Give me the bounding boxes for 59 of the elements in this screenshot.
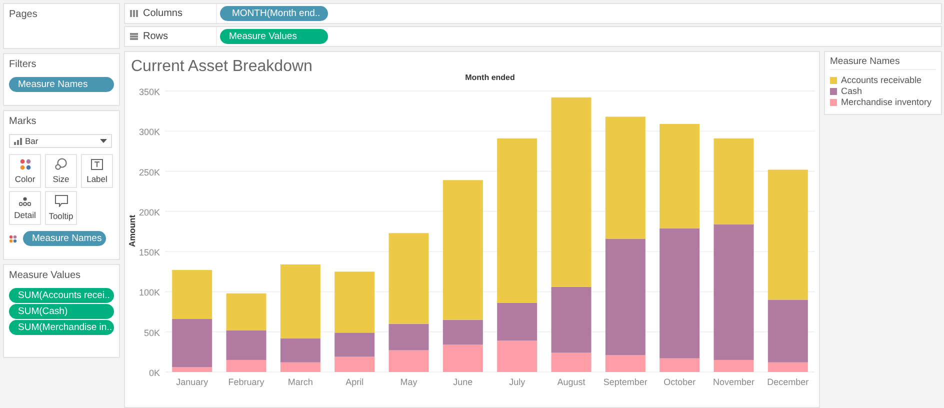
- color-card[interactable]: Color: [9, 154, 41, 188]
- category-label: February: [228, 377, 264, 387]
- category-label: June: [453, 377, 473, 387]
- tick-label: 50K: [144, 328, 160, 338]
- axis-title: Amount: [127, 214, 137, 248]
- tick-label: 150K: [138, 248, 160, 258]
- bar-chart-icon: [14, 138, 22, 144]
- shelf-pill[interactable]: MONTH(Month end..: [220, 6, 328, 21]
- sheet-title: Current Asset Breakdown: [131, 58, 314, 76]
- category-label: March: [288, 377, 313, 387]
- axis-title: Month ended: [465, 73, 515, 82]
- category-label: November: [713, 377, 754, 387]
- legend-label: Cash: [841, 86, 862, 96]
- legend-swatch: [830, 98, 837, 106]
- tick-label: 300K: [138, 127, 160, 138]
- category-label: October: [664, 377, 696, 387]
- category-label: April: [346, 377, 364, 387]
- text-box-icon: [91, 158, 103, 170]
- dots-icon: [9, 234, 17, 242]
- panel-title: Pages: [9, 9, 38, 20]
- legend-swatch: [830, 76, 837, 84]
- label-card[interactable]: Label: [81, 154, 113, 188]
- panel-title: Filters: [9, 59, 36, 70]
- shelf-pill[interactable]: Measure Values: [220, 29, 328, 44]
- rows-icon: [130, 33, 138, 40]
- measure-pill[interactable]: SUM(Cash): [9, 304, 114, 319]
- category-label: August: [557, 377, 586, 387]
- tick-label: 0K: [148, 368, 160, 378]
- category-label: September: [603, 377, 648, 387]
- tooltip-card[interactable]: Tooltip: [45, 191, 77, 225]
- category-label: December: [767, 377, 809, 387]
- size-card[interactable]: Size: [45, 154, 77, 188]
- tick-label: 250K: [138, 167, 160, 178]
- tick-label: 350K: [138, 87, 160, 97]
- speech-bubble-icon: [54, 195, 68, 207]
- panel-title: Measure Values: [9, 270, 81, 281]
- category-label: January: [176, 377, 208, 387]
- measure-pill[interactable]: SUM(Merchandise in..: [9, 320, 114, 335]
- columns-icon: [130, 10, 138, 17]
- measure-pill[interactable]: SUM(Accounts recei..: [9, 288, 114, 303]
- tick-label: 200K: [138, 207, 160, 218]
- filter-pill[interactable]: Measure Names: [9, 77, 114, 92]
- panel-title: Marks: [9, 116, 36, 127]
- mark-type-dropdown[interactable]: Bar: [9, 134, 112, 148]
- category-label: July: [509, 377, 526, 387]
- detail-card[interactable]: Detail: [9, 191, 41, 225]
- tick-label: 100K: [138, 288, 160, 298]
- color-pill[interactable]: Measure Names: [23, 231, 106, 246]
- dots-icon: [20, 158, 30, 170]
- shelf-label: Rows: [143, 31, 168, 42]
- legend-label: Merchandise inventory: [841, 97, 932, 107]
- shelf-label: Columns: [143, 8, 182, 19]
- category-label: May: [400, 377, 418, 387]
- legend-title: Measure Names: [830, 56, 936, 70]
- legend-swatch: [830, 88, 837, 94]
- caret-icon: [100, 139, 107, 143]
- circles-icon: [55, 158, 67, 170]
- legend-label: Accounts receivable: [841, 75, 922, 85]
- nodes-icon: [19, 196, 31, 206]
